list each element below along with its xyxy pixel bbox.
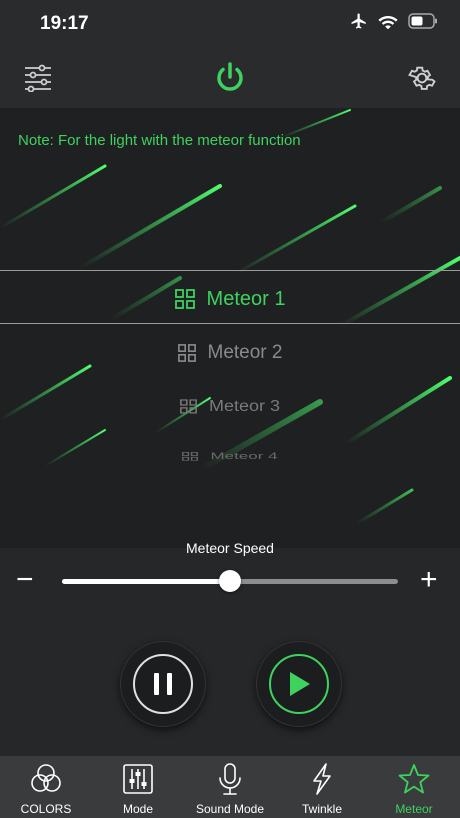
tab-meteor[interactable]: Meteor (368, 756, 460, 818)
speed-decrease-button[interactable]: − (16, 565, 34, 595)
tab-label: Sound Mode (195, 802, 265, 816)
colors-icon (31, 764, 61, 792)
grid-icon (177, 344, 196, 362)
picker-item-meteor-3[interactable]: Meteor 3 (0, 396, 460, 416)
tab-mode[interactable]: Mode (92, 756, 184, 818)
sliders-icon[interactable] (20, 60, 56, 96)
tab-label: Meteor (395, 802, 433, 816)
tab-twinkle[interactable]: Twinkle (276, 756, 368, 818)
meteor-animation (0, 108, 460, 548)
picker-item-meteor-2[interactable]: Meteor 2 (0, 339, 460, 367)
tab-label: COLORS (20, 802, 72, 816)
grid-icon (182, 452, 199, 461)
status-bar: 19:17 (0, 0, 460, 48)
wifi-icon (378, 16, 398, 29)
status-icons (350, 12, 438, 30)
speed-slider-thumb[interactable] (219, 570, 241, 592)
battery-icon (408, 13, 437, 29)
gear-icon[interactable] (404, 60, 440, 96)
tab-colors[interactable]: COLORS (0, 756, 92, 818)
pause-button-ring (133, 654, 193, 714)
picker-item-label: Meteor 3 (208, 397, 281, 415)
pause-button[interactable] (120, 641, 206, 727)
grid-icon (180, 398, 197, 414)
mode-icon (123, 764, 153, 794)
picker-bottom-line (0, 323, 460, 324)
picker-item-label: Meteor 2 (207, 342, 283, 363)
tab-sound-mode[interactable]: Sound Mode (184, 756, 276, 818)
microphone-icon (219, 763, 241, 795)
play-button-ring (269, 654, 329, 714)
speed-slider-fill (62, 579, 230, 584)
picker-item-meteor-1[interactable]: Meteor 1 (0, 284, 460, 314)
picker-item-meteor-4-clip: Meteor 4 (0, 452, 460, 464)
picker-item-label: Meteor 4 (210, 452, 278, 462)
tab-label: Mode (122, 802, 154, 816)
picker-item-meteor-4[interactable]: Meteor 4 (0, 452, 460, 461)
play-button[interactable] (256, 641, 342, 727)
speed-title: Meteor Speed (186, 540, 274, 556)
meteor-note: Note: For the light with the meteor func… (18, 132, 301, 149)
tab-bar: COLORS Mode Sound Mode Twinkle Meteor (0, 756, 460, 818)
grid-icon (174, 289, 195, 309)
header (0, 48, 460, 108)
tab-label: Twinkle (301, 802, 342, 816)
play-icon (290, 672, 310, 696)
picker-item-label: Meteor 1 (206, 287, 286, 310)
airplane-icon (351, 13, 366, 29)
pause-icon (154, 673, 172, 695)
power-icon[interactable] (212, 60, 248, 96)
picker-top-line (0, 270, 460, 271)
status-time: 19:17 (40, 13, 89, 34)
twinkle-icon (313, 763, 331, 795)
speed-increase-button[interactable]: + (420, 565, 438, 595)
star-icon (398, 764, 430, 794)
